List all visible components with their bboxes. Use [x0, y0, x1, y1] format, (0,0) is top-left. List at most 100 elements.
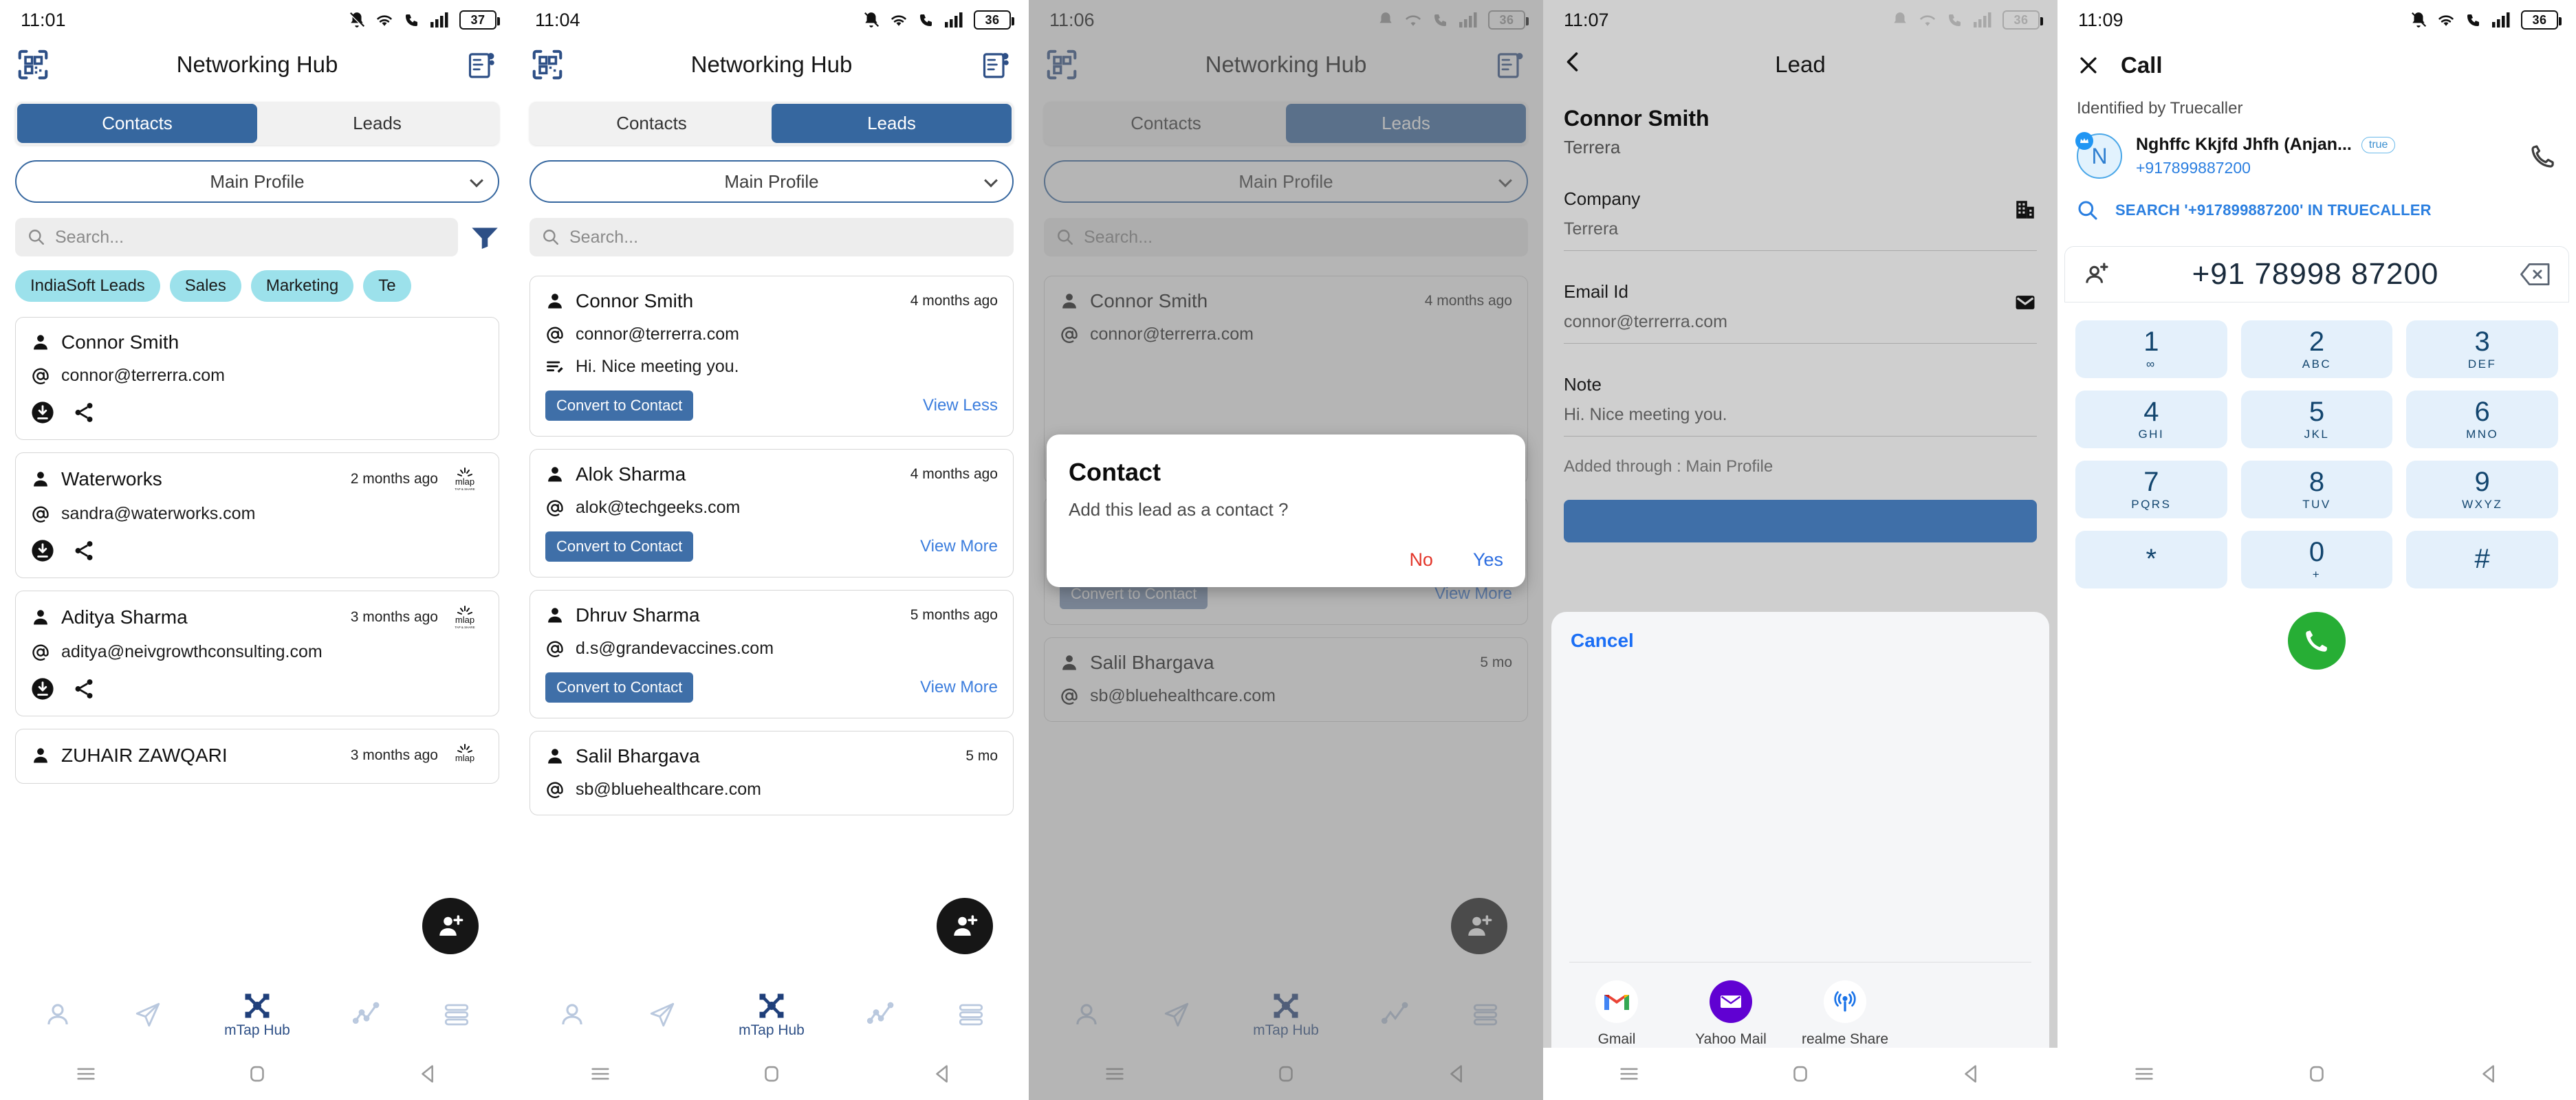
digital-card-icon[interactable] — [981, 50, 1011, 80]
tab-leads[interactable]: Leads — [257, 104, 497, 143]
download-icon[interactable] — [31, 539, 54, 562]
chip-item[interactable]: Sales — [169, 270, 241, 302]
dialog-yes-button[interactable]: Yes — [1473, 549, 1503, 571]
chip-item[interactable]: Te — [363, 270, 411, 302]
add-contact-fab[interactable] — [422, 898, 479, 954]
lead-primary-action-button[interactable] — [1564, 500, 2037, 542]
dialpad-key-1[interactable]: 1 ∞ — [2075, 320, 2227, 378]
lead-card[interactable]: Connor Smith 4 months ago connor@terrerr… — [530, 276, 1014, 437]
profile-select[interactable]: Main Profile — [530, 160, 1014, 203]
dialpad-key-4[interactable]: 4 GHI — [2075, 390, 2227, 448]
menu-icon[interactable] — [589, 1062, 612, 1086]
back-icon[interactable] — [2478, 1062, 2501, 1086]
dialpad-key-9[interactable]: 9 WXYZ — [2406, 461, 2558, 518]
filter-icon[interactable] — [470, 226, 499, 249]
dialpad-key-0[interactable]: 0 + — [2240, 531, 2393, 588]
mlap-badge-icon: mlapTAP & SHARE — [455, 606, 475, 629]
convert-to-contact-button[interactable]: Convert to Contact — [545, 390, 694, 421]
back-icon[interactable] — [417, 1062, 440, 1086]
screenshot-strip: 11:01 37 Networking Hub Contacts Leads M… — [0, 0, 2576, 1100]
nav-item-send[interactable] — [648, 1000, 677, 1029]
dialpad-key-5[interactable]: 5 JKL — [2240, 390, 2393, 448]
status-icons: 36 — [1891, 10, 2043, 30]
dialpad-key-8[interactable]: 8 TUV — [2240, 461, 2393, 518]
lead-card[interactable]: Dhruv Sharma 5 months ago d.s@grandevacc… — [530, 590, 1014, 718]
share-app-realme-share[interactable]: realme Share — [1802, 980, 1888, 1048]
qr-scan-icon[interactable] — [532, 50, 563, 80]
download-icon[interactable] — [31, 677, 54, 701]
contact-card[interactable]: Aditya Sharma 3 months ago mlap TAP & SHA… — [15, 591, 499, 716]
nav-item-profile[interactable] — [558, 1000, 587, 1029]
chip-item[interactable]: Marketing — [250, 270, 354, 302]
dial-field[interactable]: +91 78998 87200 — [2064, 246, 2569, 302]
tab-contacts[interactable]: Contacts — [17, 104, 257, 143]
dialpad-key-hash[interactable]: # — [2406, 531, 2558, 588]
home-icon[interactable] — [760, 1062, 783, 1086]
status-time: 11:09 — [2078, 9, 2124, 30]
contact-card[interactable]: Connor Smith connor@terrerra.com — [15, 317, 499, 440]
search-input[interactable]: Search... — [530, 218, 1014, 256]
share-app-yahoo-mail[interactable]: Yahoo Mail — [1693, 980, 1769, 1048]
nav-item-profile[interactable] — [43, 1000, 72, 1029]
add-lead-fab[interactable] — [937, 898, 993, 954]
view-toggle-link[interactable]: View More — [920, 537, 998, 556]
tab-leads[interactable]: Leads — [772, 104, 1012, 143]
dialpad-key-2[interactable]: 2 ABC — [2240, 320, 2393, 378]
share-cancel-button[interactable]: Cancel — [1551, 612, 2049, 652]
menu-icon[interactable] — [1617, 1062, 1641, 1086]
at-icon — [32, 368, 49, 384]
dialog-no-button[interactable]: No — [1409, 549, 1433, 571]
home-icon[interactable] — [1789, 1062, 1812, 1086]
digital-card-icon[interactable] — [466, 50, 496, 80]
menu-icon[interactable] — [74, 1062, 98, 1086]
backspace-icon[interactable] — [2520, 262, 2551, 287]
contact-name: Aditya Sharma — [61, 606, 188, 628]
add-person-icon[interactable] — [2083, 261, 2110, 288]
key-sub: ∞ — [2146, 357, 2157, 371]
contact-card[interactable]: Waterworks 2 months ago mlap TAP & SHARE … — [15, 452, 499, 578]
nav-item-send[interactable] — [133, 1000, 162, 1029]
search-truecaller-row[interactable]: SEARCH '+917899887200' IN TRUECALLER — [2057, 179, 2576, 221]
page-title: Call — [2121, 52, 2163, 78]
nav-item-list[interactable] — [957, 1000, 985, 1029]
nav-item-list[interactable] — [442, 1000, 471, 1029]
download-icon[interactable] — [31, 401, 54, 424]
chip-item[interactable]: IndiaSoft Leads — [15, 270, 160, 302]
share-icon[interactable] — [72, 539, 96, 562]
dialpad-key-7[interactable]: 7 PQRS — [2075, 461, 2227, 518]
call-button[interactable] — [2288, 612, 2346, 670]
view-toggle-link[interactable]: View More — [920, 678, 998, 697]
dialpad-key-star[interactable]: * — [2075, 531, 2227, 588]
home-icon[interactable] — [2305, 1062, 2328, 1086]
menu-icon[interactable] — [2132, 1062, 2156, 1086]
lead-card[interactable]: Salil Bhargava 5 mo sb@bluehealthcare.co… — [530, 731, 1014, 815]
contact-card[interactable]: ZUHAIR ZAWQARI 3 months ago mlap — [15, 729, 499, 784]
dialpad-key-3[interactable]: 3 DEF — [2406, 320, 2558, 378]
nav-item-analytics[interactable] — [866, 1000, 895, 1029]
back-icon[interactable] — [931, 1062, 954, 1086]
search-placeholder: Search... — [569, 227, 639, 247]
nav-item-mtap-hub[interactable]: mTap Hub — [224, 991, 290, 1039]
view-toggle-link[interactable]: View Less — [923, 396, 998, 415]
share-icon[interactable] — [72, 401, 96, 424]
convert-to-contact-button[interactable]: Convert to Contact — [545, 531, 694, 562]
back-icon[interactable] — [1960, 1062, 1983, 1086]
contact-timestamp: 3 months ago — [350, 609, 438, 625]
nav-item-mtap-hub[interactable]: mTap Hub — [739, 991, 805, 1039]
truecaller-result-row[interactable]: N Nghffc Kkjfd Jhfh (Anjan... true +9178… — [2057, 118, 2576, 179]
share-app-gmail[interactable]: Gmail — [1579, 980, 1655, 1048]
close-icon[interactable] — [2077, 54, 2100, 77]
lead-card[interactable]: Alok Sharma 4 months ago alok@techgeeks.… — [530, 449, 1014, 578]
home-icon[interactable] — [245, 1062, 269, 1086]
tab-contacts[interactable]: Contacts — [532, 104, 772, 143]
qr-scan-icon[interactable] — [18, 50, 48, 80]
search-input[interactable]: Search... — [15, 218, 458, 256]
nav-item-analytics[interactable] — [352, 1000, 381, 1029]
bottom-nav: mTap Hub — [514, 982, 1029, 1048]
convert-to-contact-button[interactable]: Convert to Contact — [545, 672, 694, 703]
back-chevron-icon[interactable] — [1561, 50, 1586, 74]
profile-select[interactable]: Main Profile — [15, 160, 499, 203]
phone-outline-icon[interactable] — [2529, 142, 2557, 170]
dialpad-key-6[interactable]: 6 MNO — [2406, 390, 2558, 448]
share-icon[interactable] — [72, 677, 96, 701]
